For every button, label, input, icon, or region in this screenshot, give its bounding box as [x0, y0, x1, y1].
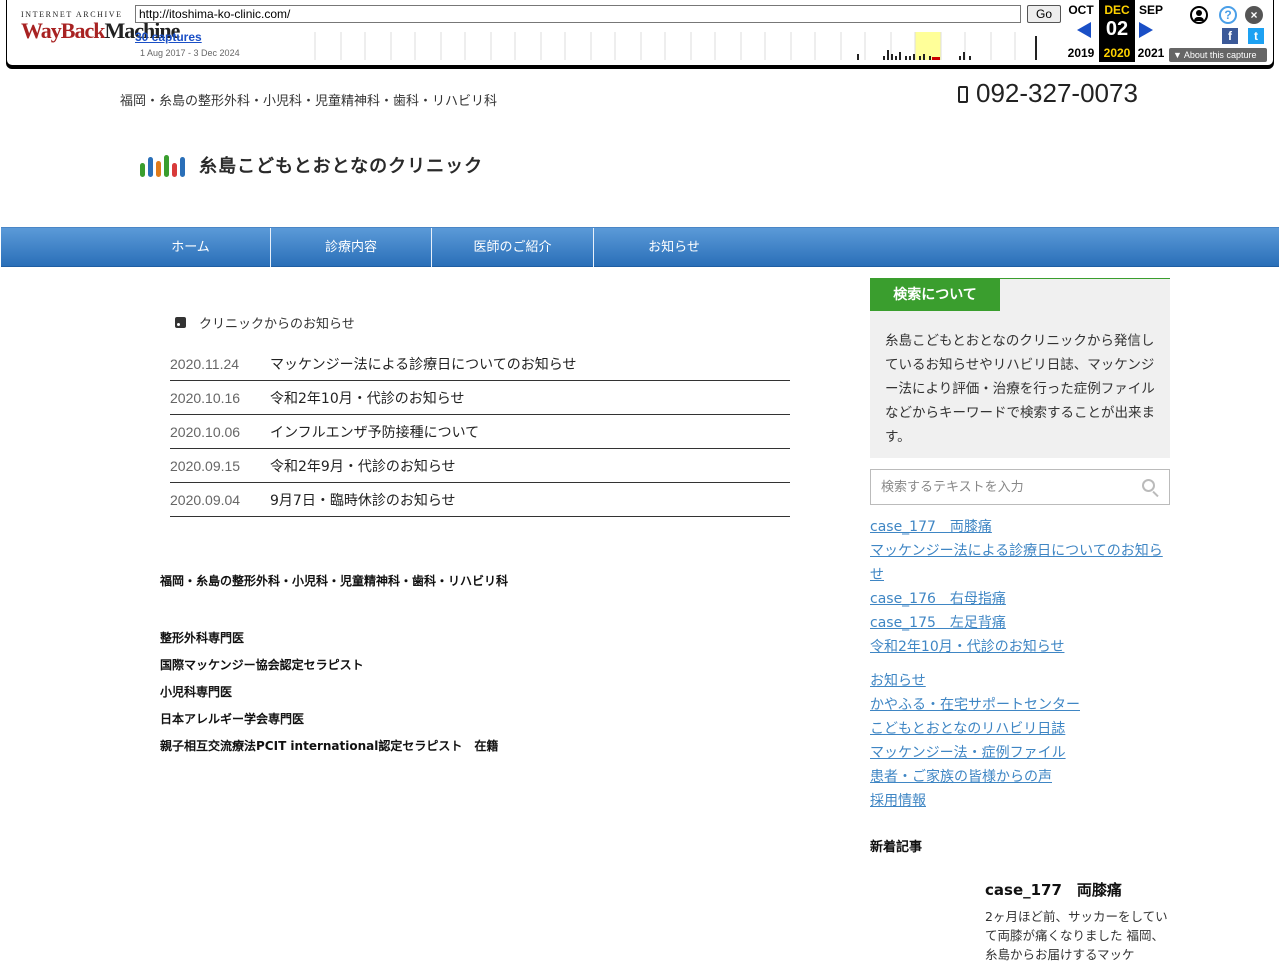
clinic-info: 福岡・糸島の整形外科・小児科・児童精神科・歯科・リハビリ科 整形外科専門医 国際… — [160, 572, 508, 764]
info-qualification: 親子相互交流療法PCIT international認定セラピスト 在籍 — [160, 739, 499, 753]
news-heading-text: クリニックからのお知らせ — [199, 317, 355, 332]
twitter-icon[interactable]: t — [1248, 28, 1264, 44]
search-about-description: 糸島こどもとおとなのクリニックから発信しているお知らせやリハビリ日誌、マッケンジ… — [885, 333, 1155, 445]
recent-post-link[interactable]: case_175 左足背痛 — [870, 611, 1170, 635]
new-post-excerpt: 2ヶ月ほど前、サッカーをしていて両膝が痛くなりました 福岡、糸島からお届けするマ… — [985, 909, 1168, 962]
help-icon[interactable]: ? — [1219, 6, 1237, 24]
category-link[interactable]: かやふる・在宅サポートセンター — [870, 693, 1170, 717]
category-link[interactable]: マッケンジー法・症例ファイル — [870, 741, 1170, 765]
main-nav: ホーム 診療内容 医師のご紹介 お知らせ — [1, 227, 1279, 267]
wayback-captures-link[interactable]: 30 captures — [135, 30, 202, 44]
user-icon[interactable] — [1190, 6, 1208, 24]
news-list: 2020.11.24 マッケンジー法による診療日についてのお知らせ 2020.1… — [170, 347, 790, 517]
news-title-link[interactable]: インフルエンザ予防接種について — [270, 422, 479, 442]
search-box — [870, 469, 1170, 505]
site-logo[interactable]: 糸島こどもとおとなのクリニック — [140, 140, 483, 190]
info-qualification: 国際マッケンジー協会認定セラピスト — [160, 658, 364, 672]
wayback-next-month[interactable]: SEP 2021 — [1133, 0, 1169, 62]
recent-post-link[interactable]: case_176 右母指痛 — [870, 587, 1170, 611]
about-capture-button[interactable]: ▼ About this capture — [1169, 48, 1267, 62]
category-link[interactable]: こどもとおとなのリハビリ日誌 — [870, 717, 1170, 741]
search-about-tab: 検索について — [870, 279, 1000, 311]
recent-post-link[interactable]: 令和2年10月・代診のお知らせ — [870, 635, 1170, 659]
nav-news[interactable]: お知らせ — [594, 228, 754, 267]
news-title-link[interactable]: 令和2年10月・代診のお知らせ — [270, 388, 464, 408]
new-posts-heading: 新着記事 — [870, 840, 923, 855]
wayback-url-input[interactable]: http://itoshima-ko-clinic.com/ — [135, 5, 1021, 23]
news-date: 2020.11.24 — [170, 355, 240, 372]
wayback-prev-arrow-icon[interactable] — [1077, 22, 1091, 38]
nav-home[interactable]: ホーム — [111, 228, 270, 267]
facebook-icon[interactable]: f — [1222, 28, 1238, 44]
news-date: 2020.09.04 — [170, 491, 241, 508]
wayback-logo-wayback: WayBack — [21, 18, 105, 43]
nav-services[interactable]: 診療内容 — [271, 228, 431, 267]
category-list: お知らせ かやふる・在宅サポートセンター こどもとおとなのリハビリ日誌 マッケン… — [870, 669, 1170, 813]
category-link[interactable]: 患者・ご家族の皆様からの声 — [870, 765, 1170, 789]
news-title-link[interactable]: 9月7日・臨時休診のお知らせ — [270, 490, 456, 510]
clinic-logo-icon — [140, 153, 185, 177]
wayback-toolbar: INTERNET ARCHIVE WayBackMachine http://i… — [6, 0, 1274, 66]
search-about-box: 検索について 糸島こどもとおとなのクリニックから発信しているお知らせやリハビリ日… — [870, 278, 1170, 458]
recent-post-link[interactable]: case_177 両膝痛 — [870, 515, 1170, 539]
news-date: 2020.10.16 — [170, 389, 241, 406]
search-icon[interactable] — [1142, 479, 1155, 492]
nav-doctors[interactable]: 医師のご紹介 — [432, 228, 593, 267]
news-item[interactable]: 2020.11.24 マッケンジー法による診療日についてのお知らせ — [170, 347, 790, 381]
phone-number[interactable]: 092-327-0073 — [958, 78, 1138, 109]
wayback-capture-range: 1 Aug 2017 - 3 Dec 2024 — [140, 48, 240, 58]
rss-icon[interactable] — [175, 317, 186, 328]
info-qualification: 日本アレルギー学会専門医 — [160, 712, 305, 726]
news-item[interactable]: 2020.10.06 インフルエンザ予防接種について — [170, 415, 790, 449]
news-title-link[interactable]: マッケンジー法による診療日についてのお知らせ — [270, 354, 576, 374]
phone-icon — [958, 86, 968, 103]
category-link[interactable]: お知らせ — [870, 669, 1170, 693]
wayback-logo[interactable]: INTERNET ARCHIVE WayBackMachine — [21, 10, 180, 43]
wayback-go-button[interactable]: Go — [1027, 5, 1061, 23]
site-logo-text: 糸島こどもとおとなのクリニック — [199, 156, 484, 177]
news-date: 2020.10.06 — [170, 423, 241, 440]
phone-number-text: 092-327-0073 — [976, 78, 1138, 108]
wayback-sparkline[interactable] — [309, 32, 1037, 60]
news-heading: クリニックからのお知らせ — [175, 313, 355, 332]
news-item[interactable]: 2020.09.15 令和2年9月・代診のお知らせ — [170, 449, 790, 483]
close-icon[interactable]: × — [1245, 6, 1263, 24]
news-date: 2020.09.15 — [170, 457, 241, 474]
news-item[interactable]: 2020.09.04 9月7日・臨時休診のお知らせ — [170, 483, 790, 517]
recent-posts-list: case_177 両膝痛 マッケンジー法による診療日についてのお知らせ case… — [870, 515, 1170, 659]
search-input[interactable] — [871, 470, 1121, 504]
wayback-current-month: DEC 02 2020 — [1099, 0, 1135, 62]
news-item[interactable]: 2020.10.16 令和2年10月・代診のお知らせ — [170, 381, 790, 415]
recent-post-link[interactable]: マッケンジー法による診療日についてのお知らせ — [870, 539, 1170, 587]
info-departments: 福岡・糸島の整形外科・小児科・児童精神科・歯科・リハビリ科 — [160, 574, 509, 588]
site-tagline: 福岡・糸島の整形外科・小児科・児童精神科・歯科・リハビリ科 — [120, 94, 498, 109]
category-link[interactable]: 採用情報 — [870, 789, 1170, 813]
new-post-title[interactable]: case_177 両膝痛 — [985, 879, 1122, 900]
news-title-link[interactable]: 令和2年9月・代診のお知らせ — [270, 456, 456, 476]
info-qualification: 整形外科専門医 — [160, 631, 245, 645]
info-qualification: 小児科専門医 — [160, 685, 233, 699]
